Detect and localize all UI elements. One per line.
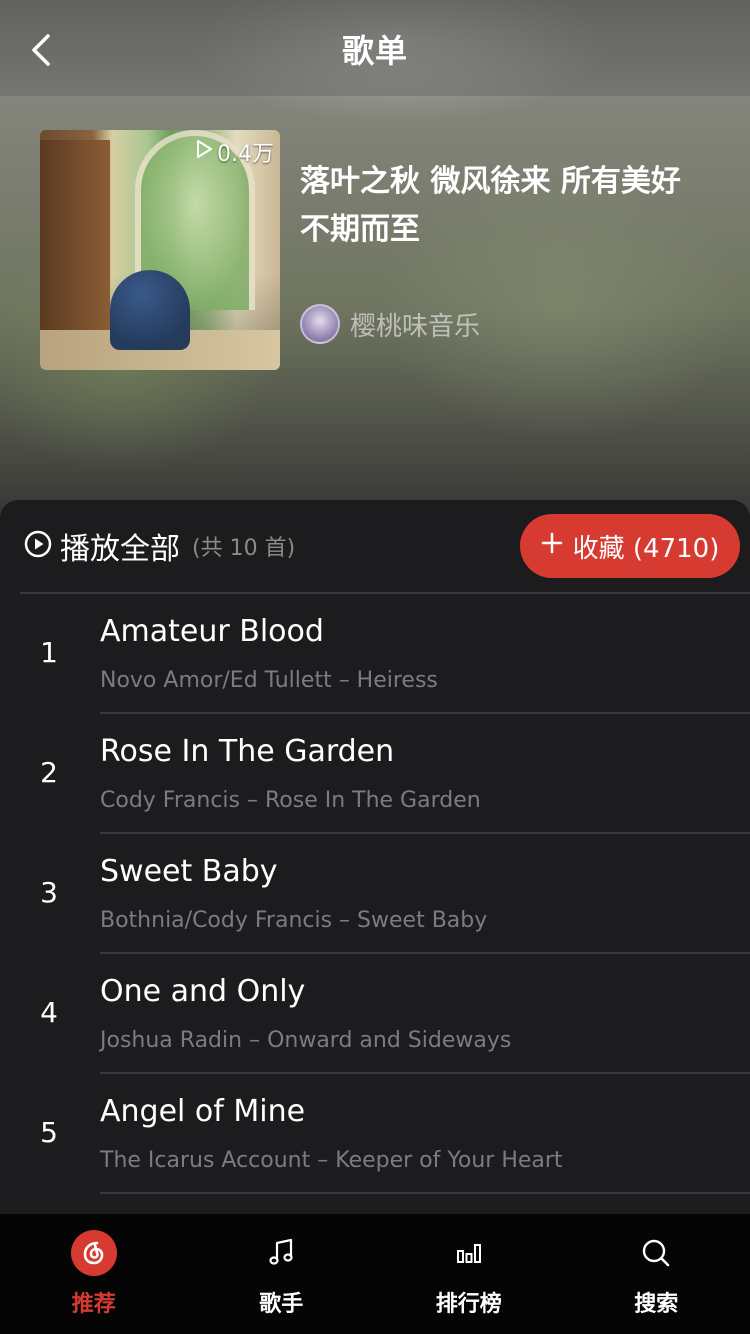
song-artist-album: Joshua Radin – Onward and Sideways <box>100 1028 512 1053</box>
song-title: One and Only <box>100 974 306 1009</box>
song-index: 5 <box>40 1116 58 1149</box>
playlist-title: 落叶之秋 微风徐来 所有美好不期而至 <box>300 164 681 247</box>
play-count-value: 0.4万 <box>217 142 274 167</box>
song-index: 3 <box>40 876 58 909</box>
bottom-tab-bar: 推荐 歌手 排行榜 搜索 <box>0 1214 750 1334</box>
song-row[interactable]: 1 Amateur Blood Novo Amor/Ed Tullett – H… <box>0 594 750 714</box>
collect-label: 收藏 (4710) <box>572 533 720 564</box>
tab-recommend[interactable]: 推荐 <box>0 1214 188 1334</box>
song-artist-album: Novo Amor/Ed Tullett – Heiress <box>100 668 438 693</box>
tab-label: 推荐 <box>71 1292 116 1317</box>
music-note-icon <box>258 1230 304 1276</box>
tab-label: 搜索 <box>634 1292 679 1317</box>
song-row[interactable]: 3 Sweet Baby Bothnia/Cody Francis – Swee… <box>0 834 750 954</box>
play-triangle-icon <box>195 139 213 165</box>
play-circle-icon <box>24 530 52 562</box>
search-icon <box>633 1230 679 1276</box>
song-artist-album: The Icarus Account – Keeper of Your Hear… <box>100 1148 563 1173</box>
play-all-label: 播放全部 <box>60 532 180 567</box>
song-row[interactable]: 4 One and Only Joshua Radin – Onward and… <box>0 954 750 1074</box>
tab-label: 排行榜 <box>435 1292 502 1317</box>
song-title: Amateur Blood <box>100 614 324 649</box>
creator-avatar[interactable] <box>300 304 340 344</box>
song-row[interactable]: 2 Rose In The Garden Cody Francis – Rose… <box>0 714 750 834</box>
song-index: 1 <box>40 636 58 669</box>
divider <box>100 1192 750 1194</box>
bar-chart-icon <box>446 1230 492 1276</box>
song-title: Sweet Baby <box>100 854 278 889</box>
tab-charts[interactable]: 排行榜 <box>375 1214 563 1334</box>
cover-art-door <box>40 140 110 350</box>
song-index: 2 <box>40 756 58 789</box>
song-title: Rose In The Garden <box>100 734 395 769</box>
cover-art-figure <box>110 270 190 350</box>
play-count-badge: 0.4万 <box>195 136 274 168</box>
creator-name[interactable]: 樱桃味音乐 <box>350 306 480 343</box>
plus-icon <box>541 531 563 561</box>
tab-singers[interactable]: 歌手 <box>188 1214 376 1334</box>
song-artist-album: Bothnia/Cody Francis – Sweet Baby <box>100 908 488 933</box>
song-count: (共 10 首) <box>192 536 296 561</box>
netease-music-icon <box>70 1230 117 1276</box>
play-all-button[interactable]: 播放全部 (共 10 首) <box>24 524 295 568</box>
song-artist-album: Cody Francis – Rose In The Garden <box>100 788 481 813</box>
song-list: 1 Amateur Blood Novo Amor/Ed Tullett – H… <box>0 594 750 1194</box>
tab-label: 歌手 <box>259 1292 304 1317</box>
song-index: 4 <box>40 996 58 1029</box>
song-title: Angel of Mine <box>100 1094 306 1129</box>
navigation-bar: 歌单 <box>0 0 750 96</box>
playlist-cover-image[interactable]: 0.4万 <box>40 130 280 370</box>
collect-button[interactable]: 收藏 (4710) <box>520 514 740 578</box>
play-all-row: 播放全部 (共 10 首) 收藏 (4710) <box>0 500 750 592</box>
song-row[interactable]: 5 Angel of Mine The Icarus Account – Kee… <box>0 1074 750 1194</box>
song-list-panel: 播放全部 (共 10 首) 收藏 (4710) 1 Amateur Blood … <box>0 500 750 1214</box>
creator-info[interactable]: 樱桃味音乐 <box>300 304 480 344</box>
page-title: 歌单 <box>341 32 408 70</box>
tab-search[interactable]: 搜索 <box>563 1214 750 1334</box>
